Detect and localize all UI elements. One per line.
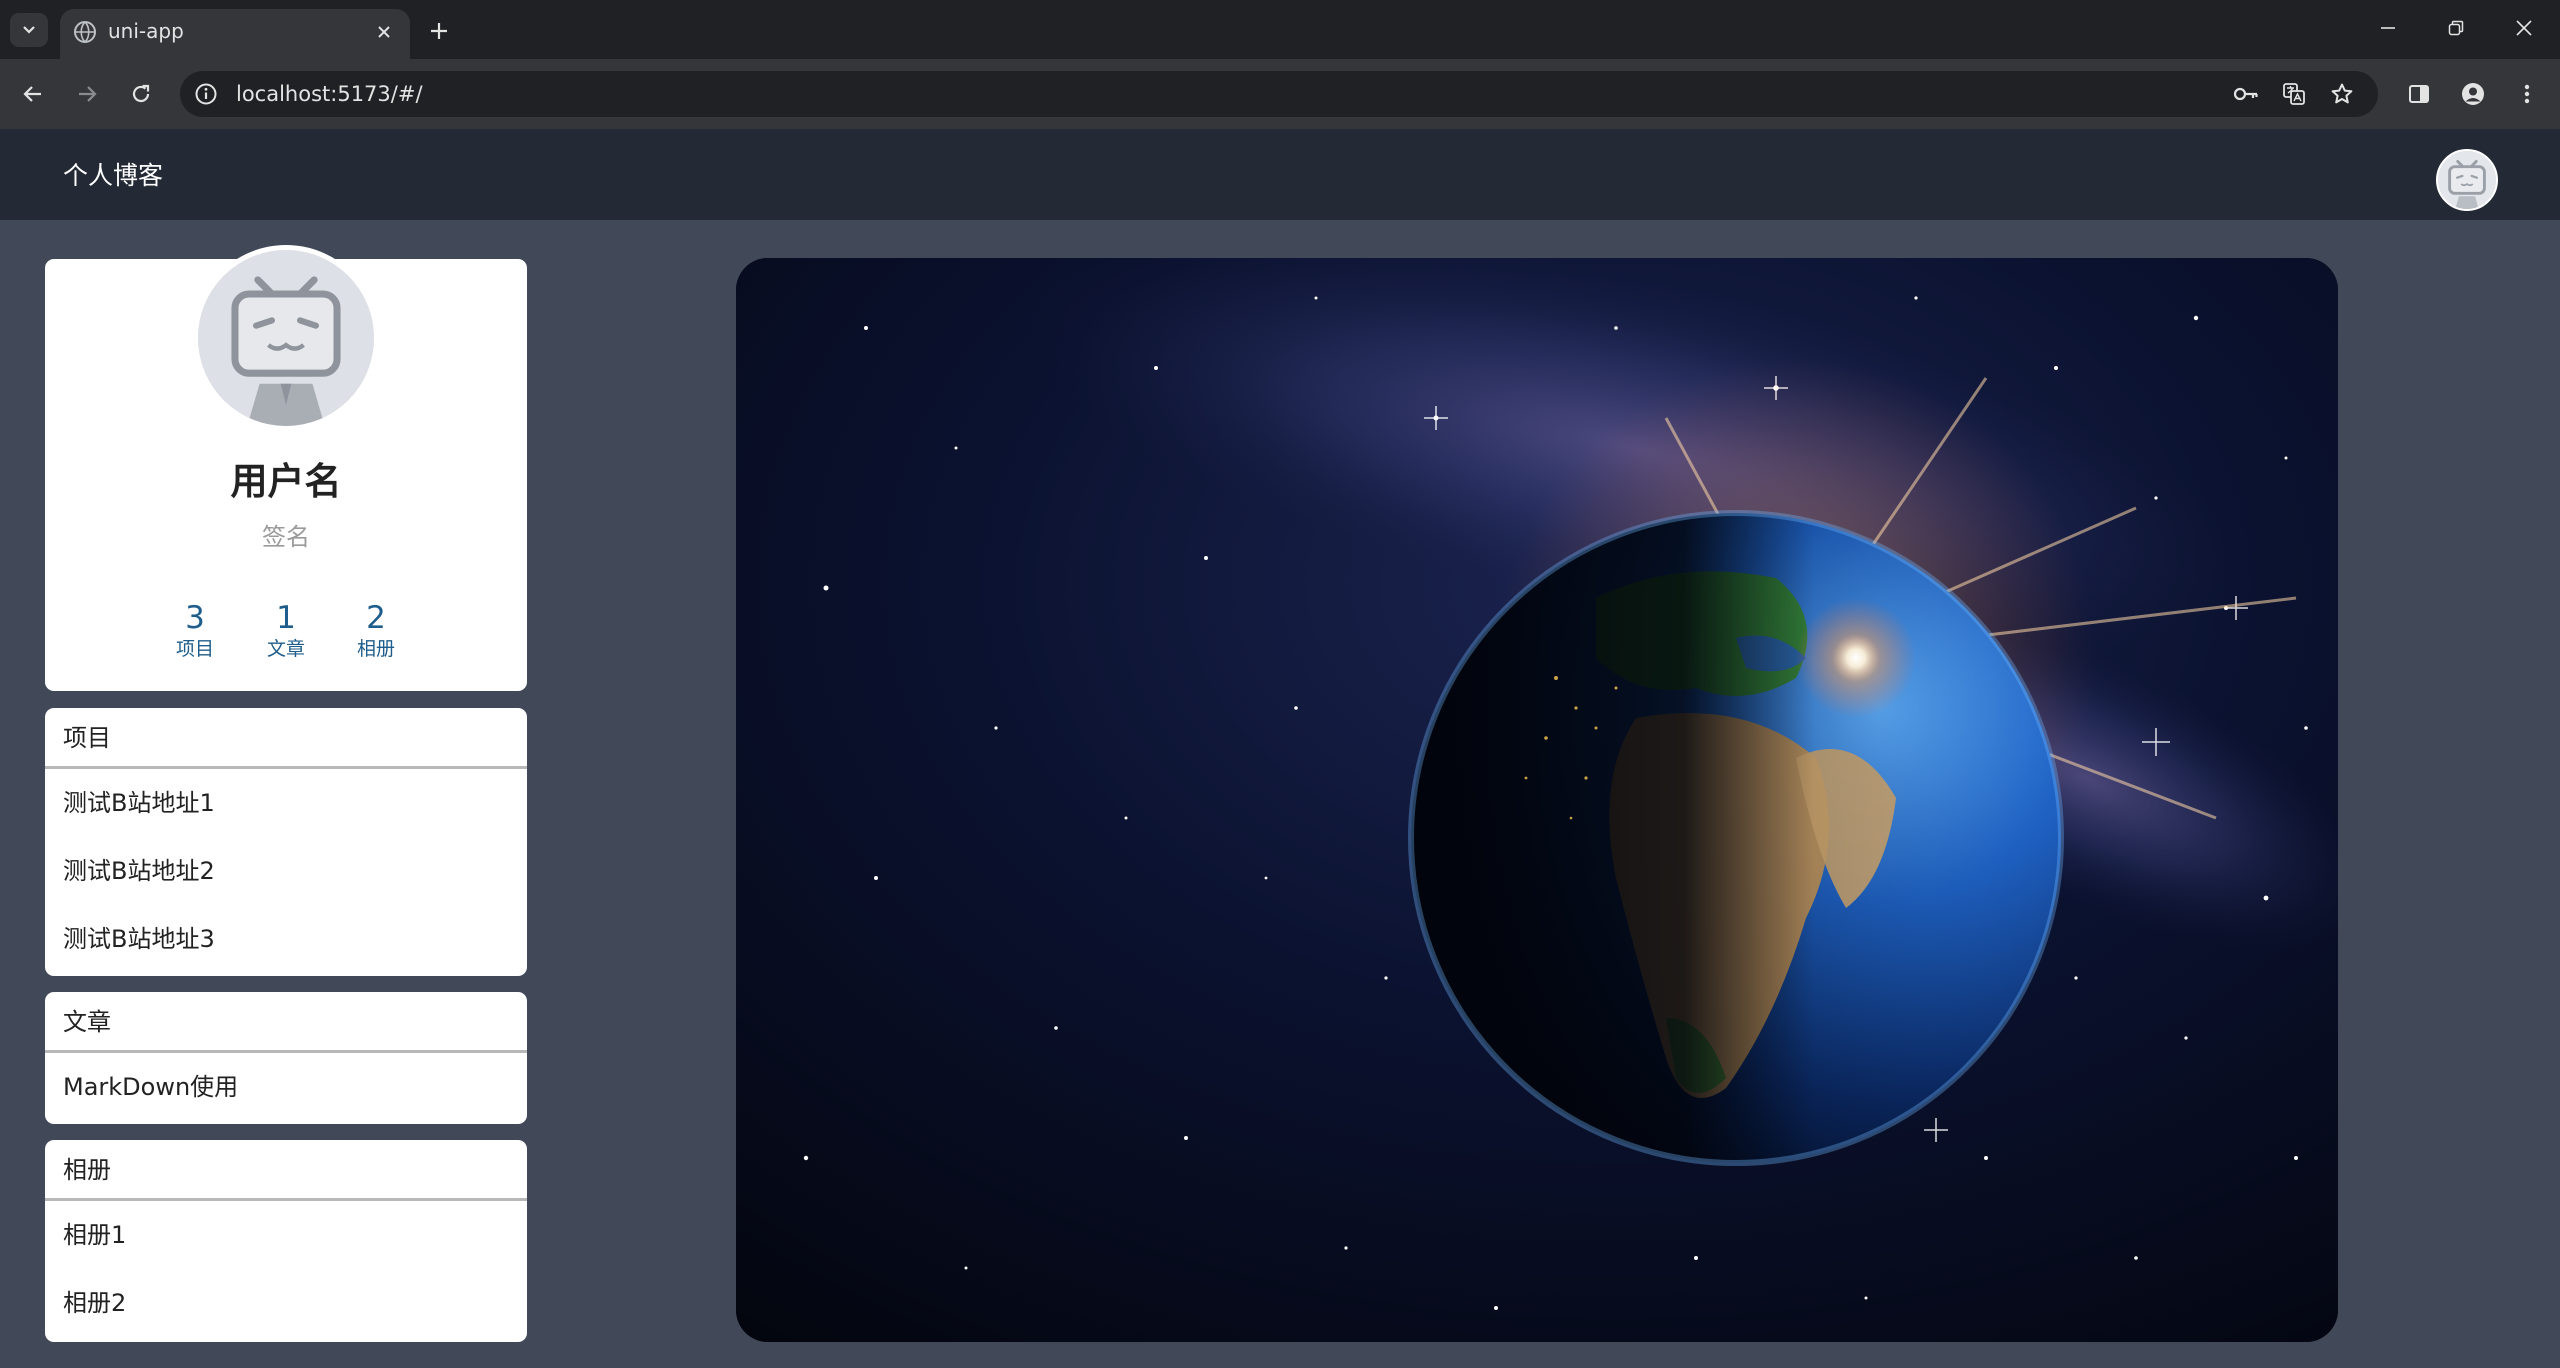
browser-toolbar: localhost:5173/#/ xyxy=(0,59,2560,129)
project-item-1[interactable]: 测试B站地址1 xyxy=(45,769,527,837)
more-icon xyxy=(2524,84,2530,104)
close-icon xyxy=(2516,20,2532,36)
stat-articles-count: 1 xyxy=(276,600,296,636)
project-item-2[interactable]: 测试B站地址2 xyxy=(45,837,527,905)
site-title[interactable]: 个人博客 xyxy=(63,161,163,191)
album-item-1[interactable]: 相册1 xyxy=(45,1201,527,1269)
tab-title: uni-app xyxy=(108,19,184,43)
stat-projects-count: 3 xyxy=(185,600,205,636)
albums-card: 相册 相册1 相册2 xyxy=(45,1140,527,1342)
browser-tab[interactable]: uni-app xyxy=(60,9,410,59)
info-icon[interactable] xyxy=(194,82,218,106)
earth-space-illustration xyxy=(736,258,2338,1342)
stat-projects[interactable]: 3 项目 xyxy=(150,599,240,661)
tab-search-button[interactable] xyxy=(10,13,48,47)
password-key-icon xyxy=(2233,87,2258,101)
app-header: 个人博客 xyxy=(0,129,2560,220)
translate-icon xyxy=(2283,83,2305,105)
minimize-icon xyxy=(2381,27,2395,29)
back-icon xyxy=(23,86,41,102)
article-item-1[interactable]: MarkDown使用 xyxy=(45,1053,527,1121)
new-tab-button[interactable] xyxy=(422,14,456,48)
projects-heading: 项目 xyxy=(45,708,527,769)
articles-card: 文章 MarkDown使用 xyxy=(45,992,527,1124)
plus-icon xyxy=(431,23,447,39)
articles-heading: 文章 xyxy=(45,992,527,1053)
back-button[interactable] xyxy=(14,75,52,113)
password-key-button[interactable] xyxy=(2232,80,2260,108)
stat-albums[interactable]: 2 相册 xyxy=(331,599,421,661)
reload-button[interactable] xyxy=(122,75,160,113)
username: 用户名 xyxy=(230,460,342,503)
signature: 签名 xyxy=(262,523,310,551)
forward-button[interactable] xyxy=(68,75,106,113)
side-panel-button[interactable] xyxy=(2400,75,2438,113)
tab-search-icon xyxy=(23,26,35,34)
more-button[interactable] xyxy=(2508,75,2546,113)
stat-albums-label: 相册 xyxy=(356,638,395,660)
url-text[interactable]: localhost:5173/#/ xyxy=(236,80,423,108)
restore-button[interactable] xyxy=(2432,8,2480,48)
star-icon xyxy=(2331,83,2353,104)
profile-icon xyxy=(2462,83,2484,105)
tv-mascot-icon xyxy=(198,250,374,426)
restore-icon xyxy=(2448,20,2464,36)
window-close-button[interactable] xyxy=(2500,8,2548,48)
project-item-3[interactable]: 测试B站地址3 xyxy=(45,905,527,973)
projects-card: 项目 测试B站地址1 测试B站地址2 测试B站地址3 xyxy=(45,708,527,976)
stat-articles-label: 文章 xyxy=(266,638,305,660)
bookmark-button[interactable] xyxy=(2328,80,2356,108)
albums-heading: 相册 xyxy=(45,1140,527,1201)
translate-button[interactable] xyxy=(2280,80,2308,108)
forward-icon xyxy=(79,86,97,102)
tv-mascot-icon xyxy=(2438,151,2496,209)
album-item-2[interactable]: 相册2 xyxy=(45,1269,527,1337)
header-avatar[interactable] xyxy=(2436,149,2498,211)
globe-icon xyxy=(74,21,96,43)
close-icon xyxy=(378,26,390,38)
stat-albums-count: 2 xyxy=(366,600,386,636)
stat-articles[interactable]: 1 文章 xyxy=(241,599,331,661)
stat-projects-label: 项目 xyxy=(175,638,214,660)
minimize-button[interactable] xyxy=(2364,8,2412,48)
profile-avatar[interactable] xyxy=(193,245,379,431)
reload-icon xyxy=(132,84,150,103)
browser-tab-bar: uni-app xyxy=(0,0,2560,59)
profile-card: 用户名 签名 3 项目 1 文章 2 相册 xyxy=(45,245,527,691)
hero-image xyxy=(736,258,2338,1342)
address-bar[interactable]: localhost:5173/#/ xyxy=(180,71,2378,117)
tab-close-button[interactable] xyxy=(370,18,398,46)
side-panel-icon xyxy=(2409,85,2429,103)
profile-button[interactable] xyxy=(2454,75,2492,113)
